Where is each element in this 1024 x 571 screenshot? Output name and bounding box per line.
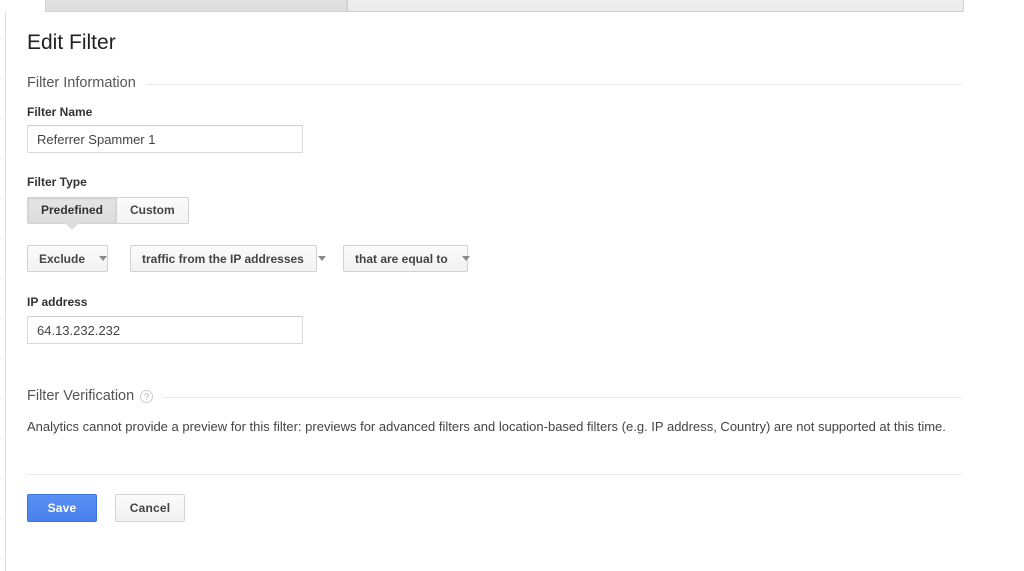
tab-inactive[interactable] [347, 0, 964, 12]
section-header-label: Filter Verification [27, 388, 135, 404]
cancel-button[interactable]: Cancel [115, 494, 185, 522]
sidebar-row-tick [0, 278, 4, 279]
segmented-selection-caret [65, 223, 79, 230]
filter-verb-dropdown[interactable]: Exclude [27, 245, 108, 272]
sidebar-row-tick [0, 318, 4, 319]
page-title: Edit Filter [27, 31, 116, 54]
filter-subject-value: traffic from the IP addresses [142, 251, 304, 266]
tab-strip [45, 0, 964, 12]
sidebar-row-tick [0, 478, 4, 479]
sidebar-divider [5, 12, 6, 571]
sidebar-row-tick [0, 518, 4, 519]
section-header-filter-verification: Filter Verification ? [27, 388, 962, 404]
filter-subject-dropdown[interactable]: traffic from the IP addresses [130, 245, 326, 272]
save-button[interactable]: Save [27, 494, 97, 522]
section-header-filter-information: Filter Information [27, 75, 962, 91]
filter-name-label: Filter Name [27, 105, 93, 119]
filter-type-label: Filter Type [27, 175, 87, 189]
tab-active[interactable] [45, 0, 347, 12]
chevron-down-icon [99, 256, 108, 261]
sidebar-row-tick [0, 558, 4, 559]
sidebar-row-tick [0, 118, 4, 119]
sidebar-row-tick [0, 198, 4, 199]
sidebar-row-tick [0, 398, 4, 399]
sidebar-edge [0, 0, 7, 571]
help-question-icon[interactable]: ? [140, 389, 154, 403]
ip-address-input[interactable] [27, 316, 303, 344]
section-header-label: Filter Information [27, 75, 136, 91]
filter-type-segmented-control: Predefined Custom [27, 197, 189, 224]
filter-expression-dropdown[interactable]: that are equal to [343, 245, 470, 272]
sidebar-row-tick [0, 438, 4, 439]
chevron-down-icon [317, 256, 326, 261]
chevron-down-icon [461, 256, 470, 261]
filter-expression-value: that are equal to [355, 251, 448, 266]
filter-verb-value: Exclude [39, 251, 86, 266]
sidebar-row-tick [0, 238, 4, 239]
section-rule [163, 396, 962, 398]
filter-name-input[interactable] [27, 125, 303, 153]
section-rule [145, 83, 962, 85]
sidebar-row-tick [0, 78, 4, 79]
filter-verification-message: Analytics cannot provide a preview for t… [27, 419, 946, 434]
sidebar-row-tick [0, 38, 4, 39]
sidebar-row-tick [0, 158, 4, 159]
edit-filter-page: Edit Filter Filter Information Filter Na… [0, 0, 1024, 571]
filter-type-option-custom[interactable]: Custom [117, 197, 189, 224]
filter-type-option-predefined[interactable]: Predefined [27, 197, 118, 224]
actions-divider [27, 474, 962, 475]
ip-address-label: IP address [27, 295, 88, 309]
sidebar-row-tick [0, 358, 4, 359]
